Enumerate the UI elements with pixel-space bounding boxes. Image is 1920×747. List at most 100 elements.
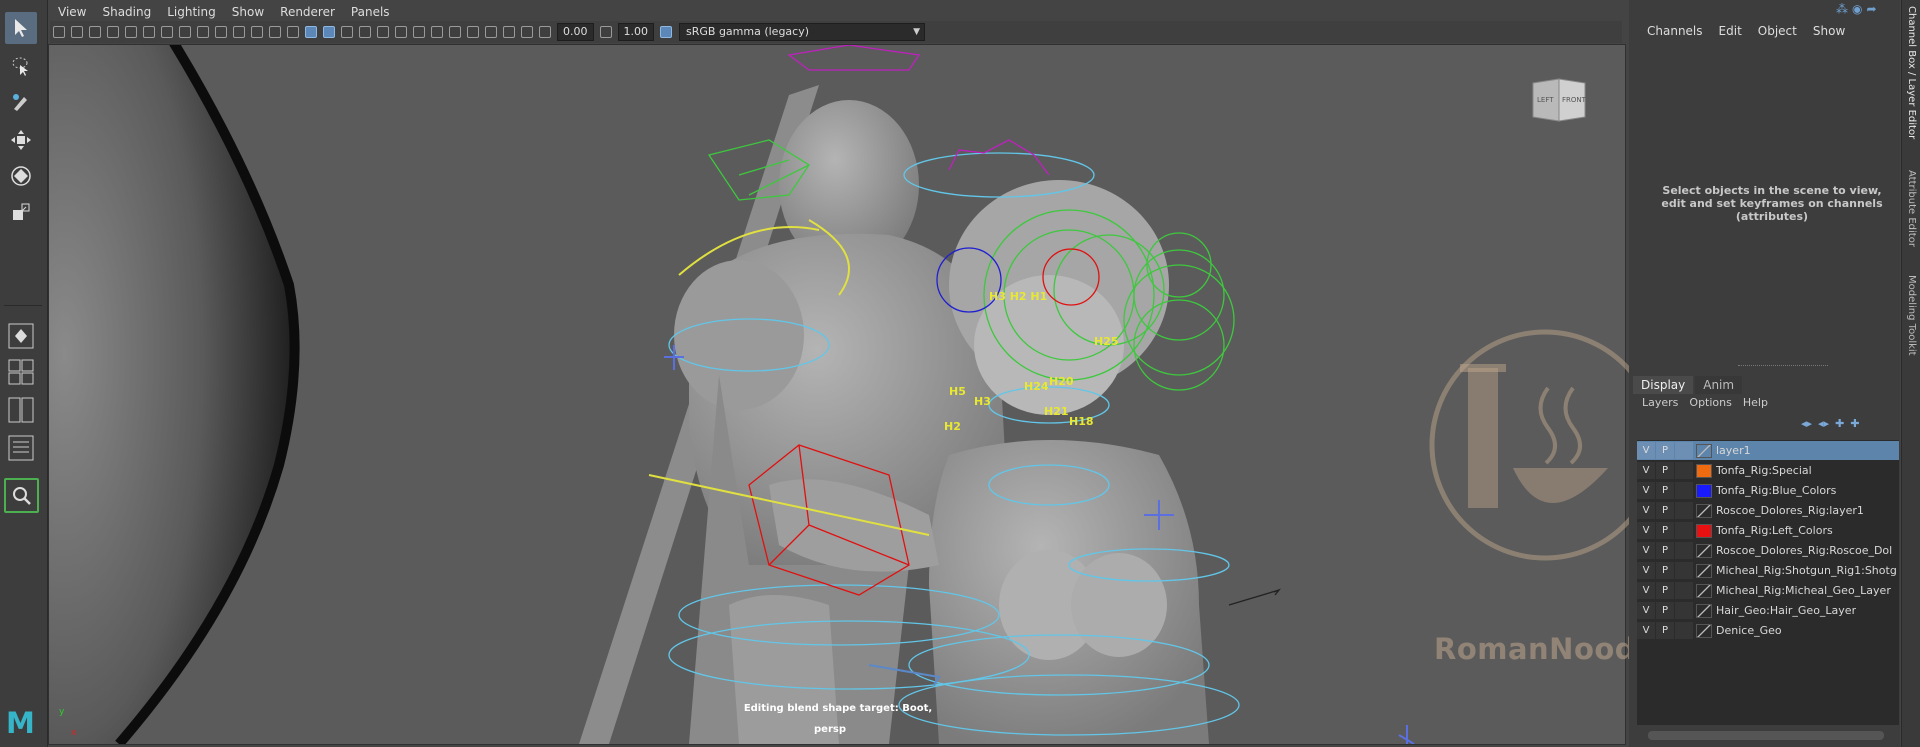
xray-active-icon[interactable] <box>521 26 533 38</box>
menu-panels[interactable]: Panels <box>343 3 398 23</box>
safe-title-icon[interactable] <box>269 26 281 38</box>
viewport-3d[interactable]: H5 H3 H2 H24 H21 H18 H20 H3 H2 H1 H25 LE… <box>48 44 1626 745</box>
layer-visibility-toggle[interactable]: V <box>1637 602 1655 619</box>
shadows-icon[interactable] <box>395 26 407 38</box>
layer-row[interactable]: V P Roscoe_Dolores_Rig:Roscoe_Dol <box>1637 541 1899 560</box>
grid-icon[interactable] <box>161 26 173 38</box>
layer-visibility-toggle[interactable]: V <box>1637 522 1655 539</box>
resolution-gate-icon[interactable] <box>197 26 209 38</box>
exposure-field[interactable]: 0.00 <box>557 23 594 41</box>
scale-tool-button[interactable] <box>5 196 37 228</box>
layer-row[interactable]: V P Micheal_Rig:Shotgun_Rig1:Shotg <box>1637 561 1899 580</box>
panel-resize-handle[interactable] <box>1738 365 1828 367</box>
outliner-layout-button[interactable] <box>5 432 37 464</box>
anti-aliasing-icon[interactable] <box>449 26 461 38</box>
layer-visibility-toggle[interactable]: V <box>1637 562 1655 579</box>
move-tool-button[interactable] <box>5 124 37 156</box>
move-layer-up-icon[interactable]: ◂▸ <box>1801 417 1812 430</box>
xray-icon[interactable] <box>341 26 353 38</box>
layer-display-type-toggle[interactable] <box>1675 582 1693 599</box>
menu-lighting[interactable]: Lighting <box>159 3 224 23</box>
menu-view[interactable]: View <box>50 3 94 23</box>
xray-joints-icon[interactable] <box>503 26 515 38</box>
layer-color-swatch[interactable] <box>1696 623 1712 638</box>
layer-playback-toggle[interactable]: P <box>1656 522 1674 539</box>
menu-channels[interactable]: Channels <box>1639 24 1711 38</box>
layer-color-swatch[interactable] <box>1696 443 1712 458</box>
new-layer-icon[interactable]: ✚ <box>1835 417 1844 430</box>
layer-visibility-toggle[interactable]: V <box>1637 582 1655 599</box>
layer-row[interactable]: V P Roscoe_Dolores_Rig:layer1 <box>1637 501 1899 520</box>
layer-row[interactable]: V P Tonfa_Rig:Blue_Colors <box>1637 481 1899 500</box>
layer-visibility-toggle[interactable]: V <box>1637 482 1655 499</box>
menu-show[interactable]: Show <box>224 3 272 23</box>
two-view-layout-button[interactable] <box>5 394 37 426</box>
layer-visibility-toggle[interactable]: V <box>1637 502 1655 519</box>
textured-icon[interactable] <box>359 26 371 38</box>
layer-color-swatch[interactable] <box>1696 543 1712 558</box>
layer-display-type-toggle[interactable] <box>1675 562 1693 579</box>
paint-select-tool-button[interactable] <box>5 86 37 118</box>
menu-show-channels[interactable]: Show <box>1805 24 1853 38</box>
gamma-field[interactable]: 1.00 <box>617 23 654 41</box>
layer-playback-toggle[interactable]: P <box>1656 502 1674 519</box>
layer-color-swatch[interactable] <box>1696 463 1712 478</box>
tab-attribute-editor[interactable]: Attribute Editor <box>1903 170 1920 247</box>
two-d-pan-icon[interactable] <box>125 26 137 38</box>
layer-display-type-toggle[interactable] <box>1675 482 1693 499</box>
tab-channel-box-layer-editor[interactable]: Channel Box / Layer Editor <box>1903 6 1920 139</box>
menu-object[interactable]: Object <box>1750 24 1805 38</box>
camera-select-icon[interactable] <box>53 26 65 38</box>
help-icon[interactable]: ◉ <box>1852 2 1862 16</box>
layer-display-type-toggle[interactable] <box>1675 602 1693 619</box>
layer-horizontal-scrollbar[interactable] <box>1648 731 1884 740</box>
exposure-icon[interactable] <box>539 26 551 38</box>
layer-color-swatch[interactable] <box>1696 503 1712 518</box>
layer-visibility-toggle[interactable]: V <box>1637 622 1655 639</box>
grease-pencil-icon[interactable] <box>143 26 155 38</box>
layer-visibility-toggle[interactable]: V <box>1637 542 1655 559</box>
layer-playback-toggle[interactable]: P <box>1656 482 1674 499</box>
layer-color-swatch[interactable] <box>1696 603 1712 618</box>
layer-playback-toggle[interactable]: P <box>1656 582 1674 599</box>
layer-playback-toggle[interactable]: P <box>1656 562 1674 579</box>
tab-display[interactable]: Display <box>1633 376 1694 394</box>
tab-modeling-toolkit[interactable]: Modeling Toolkit <box>1903 275 1920 356</box>
share-icon[interactable]: ➦ <box>1866 2 1876 16</box>
lasso-tool-button[interactable] <box>5 50 37 82</box>
four-view-layout-button[interactable] <box>5 356 37 388</box>
gate-mask-icon[interactable] <box>215 26 227 38</box>
layer-row[interactable]: V P Denice_Geo <box>1637 621 1899 640</box>
single-view-layout-button[interactable] <box>5 320 37 352</box>
lights-icon[interactable] <box>377 26 389 38</box>
search-button[interactable] <box>4 478 39 513</box>
move-layer-down-icon[interactable]: ◂▸ <box>1818 417 1829 430</box>
depth-of-field-icon[interactable] <box>467 26 479 38</box>
menu-layers[interactable]: Layers <box>1639 396 1686 409</box>
new-layer-selected-icon[interactable]: ✚ <box>1850 417 1859 430</box>
menu-shading[interactable]: Shading <box>94 3 159 23</box>
rotate-tool-button[interactable] <box>5 160 37 192</box>
select-tool-button[interactable] <box>5 12 37 44</box>
layer-display-type-toggle[interactable] <box>1675 622 1693 639</box>
layer-playback-toggle[interactable]: P <box>1656 602 1674 619</box>
camera-attributes-icon[interactable] <box>71 26 83 38</box>
menu-renderer[interactable]: Renderer <box>272 3 343 23</box>
layer-playback-toggle[interactable]: P <box>1656 542 1674 559</box>
layer-row[interactable]: V Player1 <box>1637 441 1899 460</box>
wireframe-icon[interactable] <box>287 26 299 38</box>
menu-options[interactable]: Options <box>1686 396 1739 409</box>
layer-display-type-toggle[interactable] <box>1675 442 1693 459</box>
layer-color-swatch[interactable] <box>1696 583 1712 598</box>
network-icon[interactable]: ⁂ <box>1836 2 1848 16</box>
bookmark-icon[interactable] <box>89 26 101 38</box>
layer-playback-toggle[interactable]: P <box>1656 462 1674 479</box>
layer-row[interactable]: V P Tonfa_Rig:Left_Colors <box>1637 521 1899 540</box>
layer-color-swatch[interactable] <box>1696 523 1712 538</box>
layer-display-type-toggle[interactable] <box>1675 502 1693 519</box>
layer-playback-toggle[interactable]: P <box>1656 442 1674 459</box>
motion-blur-icon[interactable] <box>431 26 443 38</box>
layer-row[interactable]: V P Micheal_Rig:Micheal_Geo_Layer <box>1637 581 1899 600</box>
color-space-dropdown[interactable]: sRGB gamma (legacy) ▼ <box>679 23 925 41</box>
screen-space-ao-icon[interactable] <box>413 26 425 38</box>
